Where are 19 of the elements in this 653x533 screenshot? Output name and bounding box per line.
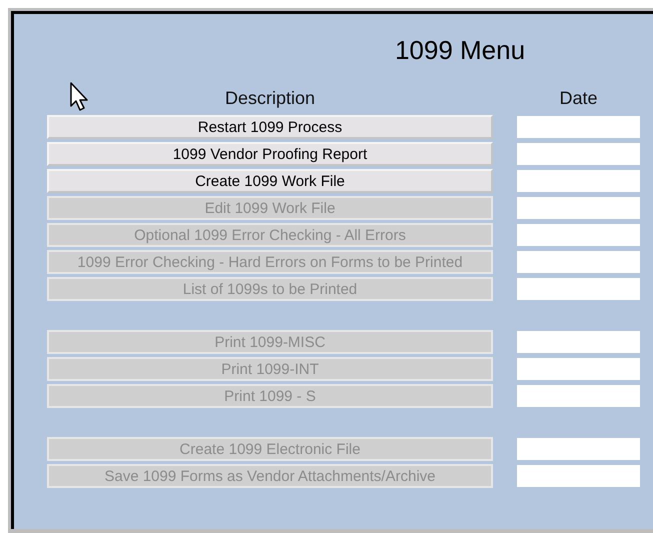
date-field[interactable] — [517, 358, 640, 380]
date-field[interactable] — [517, 331, 640, 353]
menu-button[interactable]: Restart 1099 Process — [47, 115, 493, 139]
date-field[interactable] — [517, 197, 640, 219]
date-field[interactable] — [517, 116, 640, 138]
date-field[interactable] — [517, 278, 640, 300]
date-header: Date — [559, 87, 598, 109]
description-header: Description — [224, 87, 316, 109]
date-field[interactable] — [517, 385, 640, 407]
mouse-cursor-icon — [70, 82, 90, 112]
menu-button[interactable]: 1099 Vendor Proofing Report — [47, 142, 493, 166]
menu-title: 1099 Menu — [394, 35, 526, 65]
date-field[interactable] — [517, 224, 640, 246]
date-field[interactable] — [517, 143, 640, 165]
menu-button[interactable]: Create 1099 Work File — [47, 169, 493, 193]
date-field[interactable] — [517, 465, 640, 487]
date-field[interactable] — [517, 438, 640, 460]
date-field[interactable] — [517, 251, 640, 273]
date-field[interactable] — [517, 170, 640, 192]
